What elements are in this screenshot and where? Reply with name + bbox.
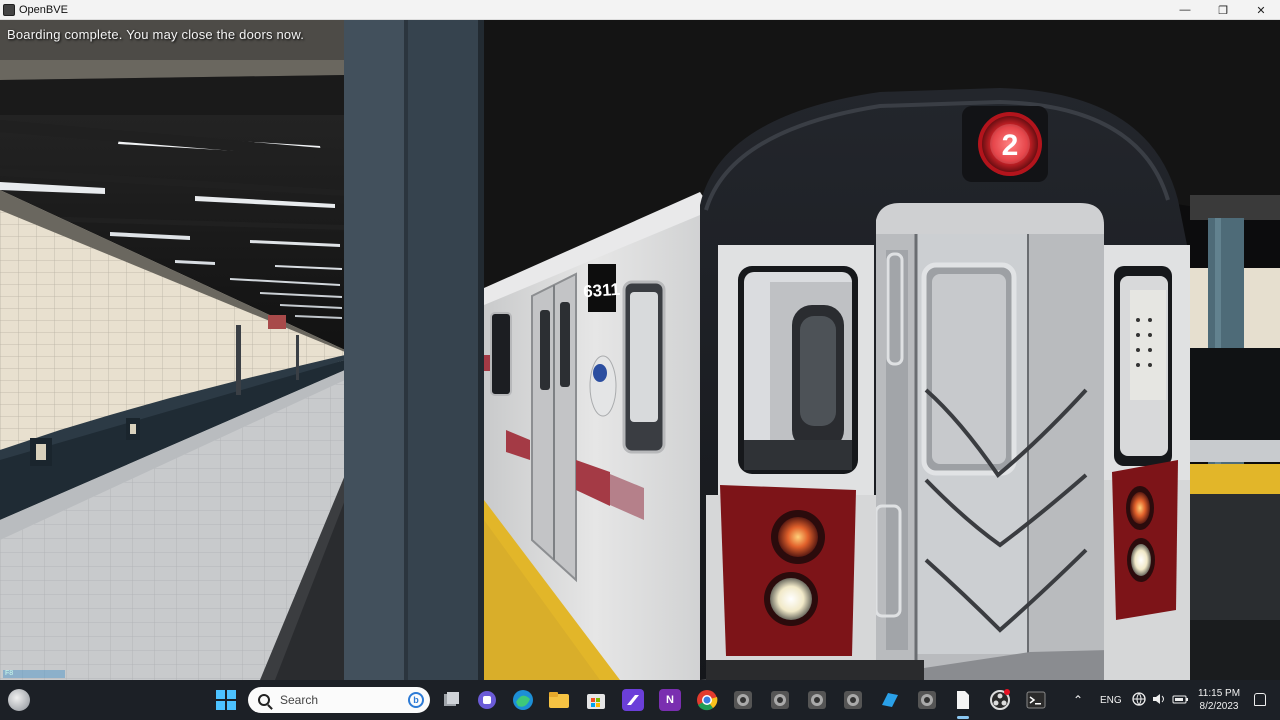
clock-date: 8/2/2023 (1199, 701, 1239, 712)
network-icon[interactable] (1132, 691, 1146, 709)
onenote-icon[interactable]: N (659, 689, 681, 711)
minimize-button[interactable]: — (1166, 0, 1204, 20)
obs-icon[interactable] (989, 689, 1011, 711)
active-app-indicator (957, 716, 969, 719)
sketchup-icon[interactable] (879, 689, 901, 711)
tray-overflow-chevron[interactable]: ⌃ (1070, 693, 1086, 707)
chrome-icon[interactable] (696, 689, 718, 711)
terminal-icon[interactable] (1025, 689, 1047, 711)
boarding-message: Boarding complete. You may close the doo… (7, 27, 305, 42)
taskbar-clock[interactable]: 11:15 PM 8/2/2023 (1194, 687, 1244, 713)
station-scene: 6311 2 (0, 20, 1280, 680)
simulator-viewport[interactable]: 6311 2 Boarding complete. You may close … (0, 20, 1280, 680)
edge-icon[interactable] (512, 689, 534, 711)
taskbar-search-box[interactable]: Search b (248, 687, 430, 713)
maximize-button[interactable]: ❐ (1204, 0, 1242, 20)
weather-icon[interactable] (8, 689, 30, 711)
openbve-taskbar-icon[interactable] (769, 689, 791, 711)
search-icon (258, 694, 270, 706)
file-explorer-icon[interactable] (440, 689, 462, 711)
notepad-icon[interactable] (952, 689, 974, 711)
teams-icon[interactable] (476, 689, 498, 711)
store-icon[interactable] (585, 689, 607, 711)
hud-mini-indicator: F8 (3, 670, 65, 678)
window-titlebar: OpenBVE — ❐ ✕ (0, 0, 1280, 20)
close-button[interactable]: ✕ (1242, 0, 1280, 20)
notification-icon[interactable] (1254, 693, 1266, 706)
clock-time: 11:15 PM (1197, 688, 1241, 699)
search-placeholder: Search (280, 693, 319, 707)
openbve-taskbar-icon[interactable] (916, 689, 938, 711)
openbve-taskbar-icon[interactable] (806, 689, 828, 711)
volume-icon[interactable] (1151, 692, 1167, 709)
openbve-taskbar-icon[interactable] (732, 689, 754, 711)
taskbar: Search b N ⌃ ENG 11:15 PM 8/2/2023 (0, 680, 1280, 720)
openbve-taskbar-icon[interactable] (842, 689, 864, 711)
window-controls: — ❐ ✕ (1166, 0, 1280, 20)
openbve-icon (3, 3, 15, 16)
route-number: 2 (1002, 129, 1019, 162)
system-tray: ⌃ ENG (1070, 680, 1190, 720)
window-title: OpenBVE (19, 3, 68, 16)
car-number: 6311 (583, 280, 621, 302)
folder-icon[interactable] (548, 689, 570, 711)
visual-studio-icon[interactable] (622, 689, 644, 711)
battery-icon[interactable] (1172, 692, 1190, 709)
bing-icon[interactable]: b (408, 692, 424, 708)
windows-start-icon[interactable] (216, 690, 236, 710)
language-indicator[interactable]: ENG (1100, 695, 1122, 706)
